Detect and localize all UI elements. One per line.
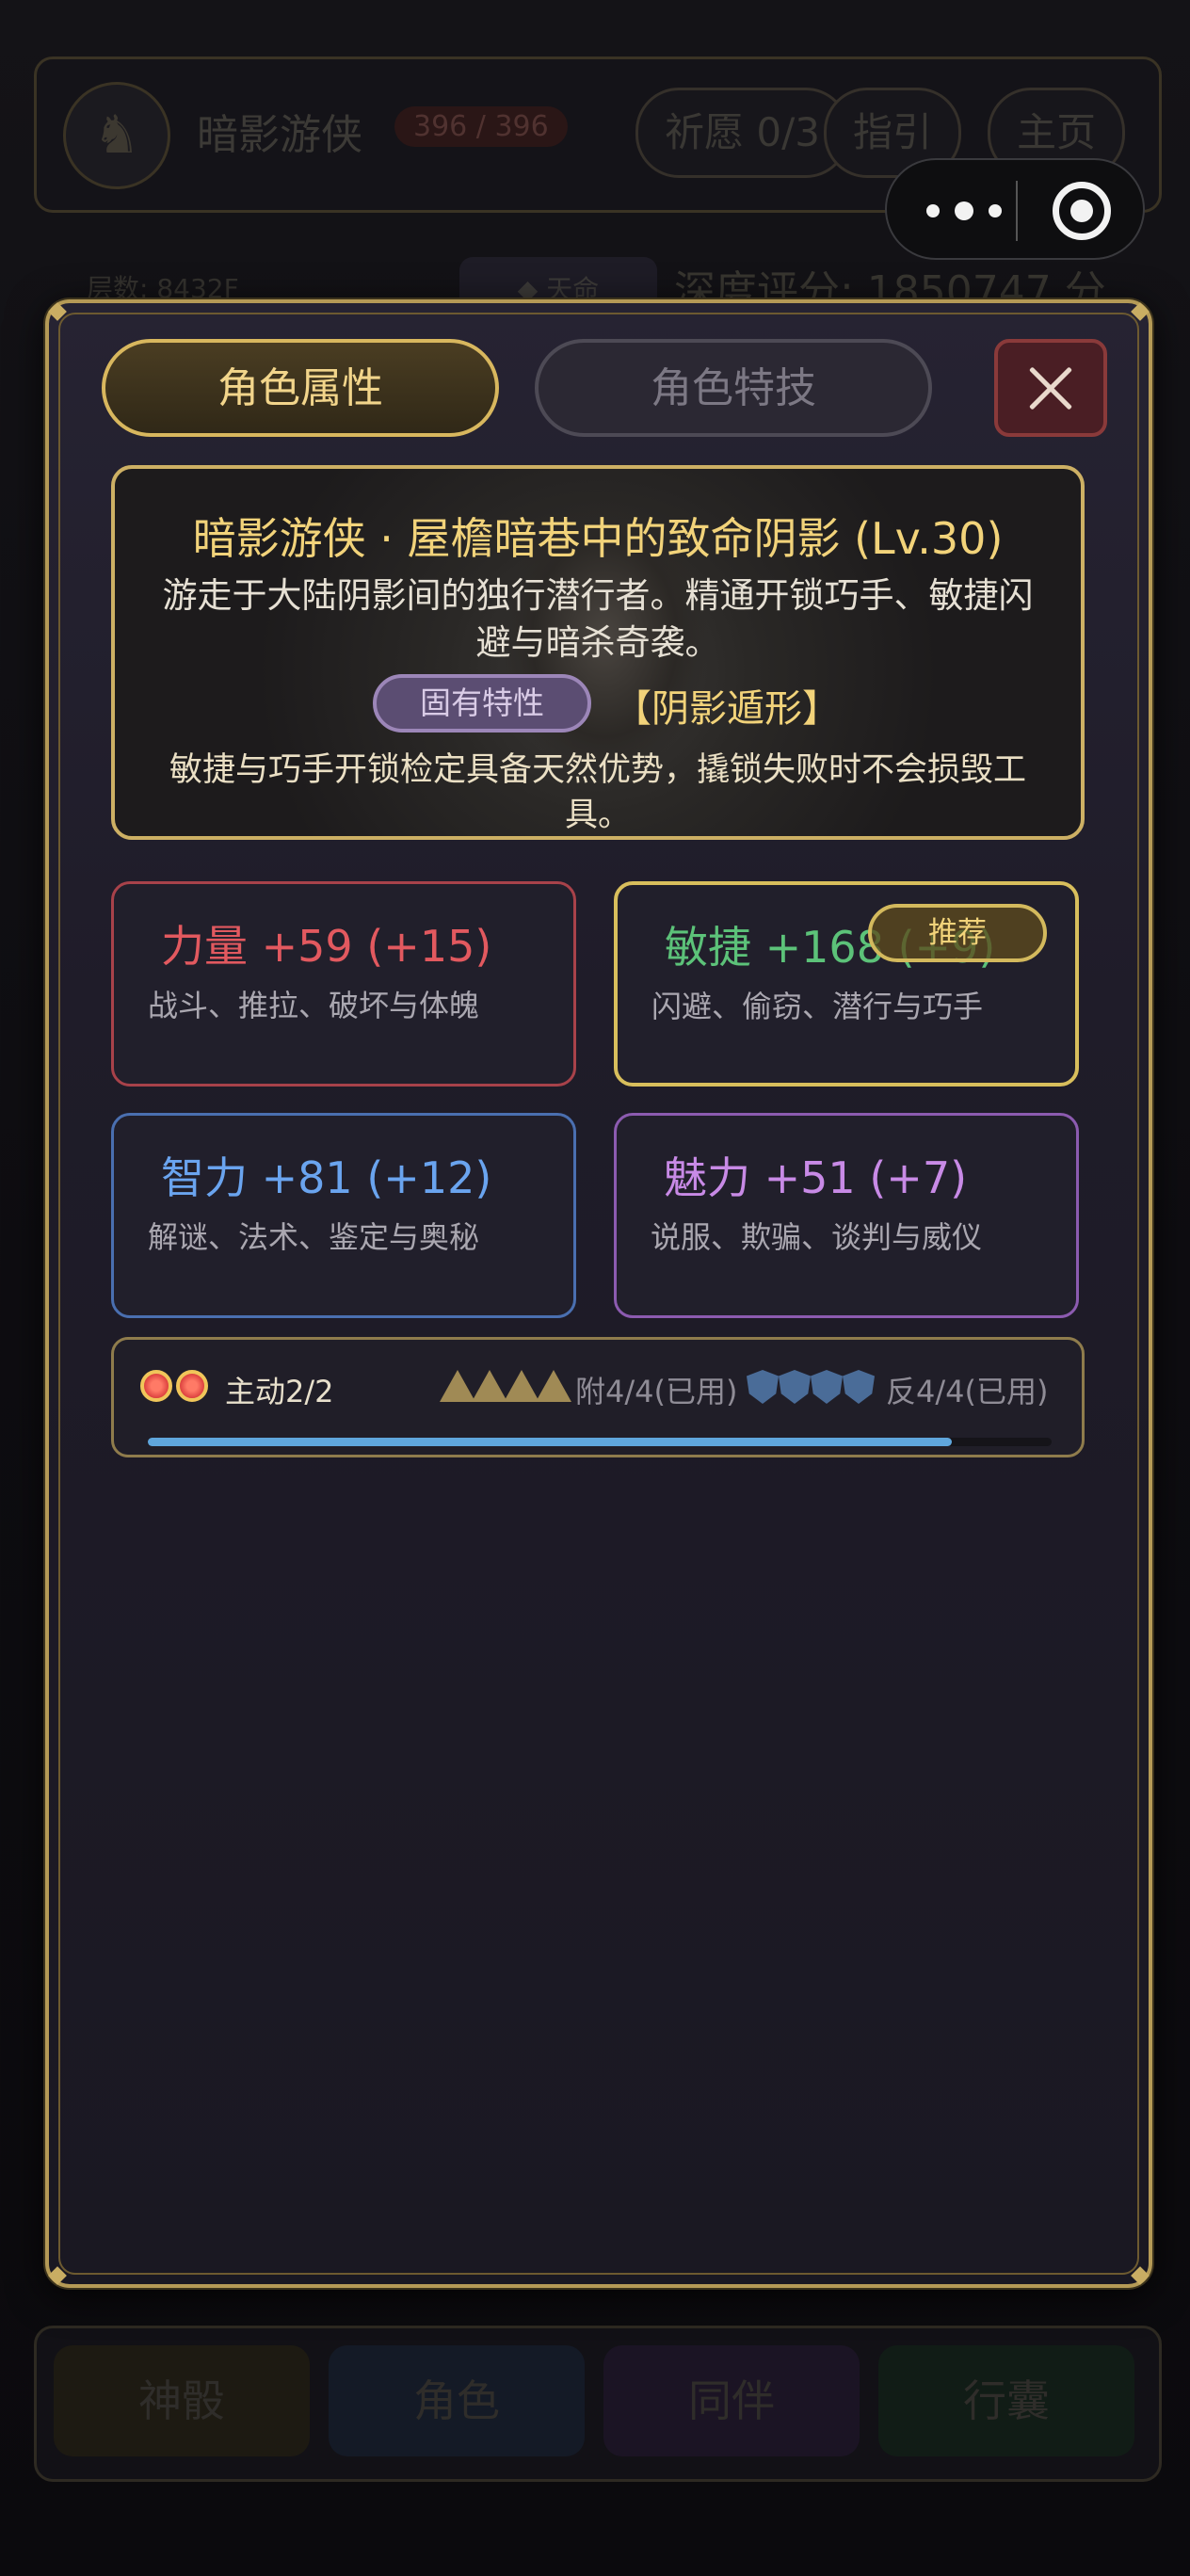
stat-card-intelligence[interactable]: 智力 +81 (+12) 解谜、法术、鉴定与奥秘: [111, 1113, 576, 1318]
bottom-nav: 神骰 角色 同伴 行囊: [34, 2326, 1162, 2482]
character-description: 游走于大陆阴影间的独行潜行者。精通开锁巧手、敏捷闪避与暗杀奇袭。: [162, 575, 1034, 663]
tab-skills[interactable]: 角色特技: [535, 339, 932, 437]
character-attributes-modal: 角色属性 角色特技 暗影游侠 · 屋檐暗巷中的致命阴影 (Lv.30) 游走于大…: [45, 299, 1152, 2288]
stat-desc-intelligence: 解谜、法术、鉴定与奥秘: [148, 1219, 480, 1255]
counter-shield-icon: [811, 1370, 843, 1404]
trait-description: 敏捷与巧手开锁检定具备天然优势，撬锁失败时不会损毁工具。: [169, 751, 1026, 834]
attach-label: 附4/4(已用): [575, 1374, 738, 1409]
tab-attributes[interactable]: 角色属性: [102, 339, 499, 437]
nav-character[interactable]: 角色: [329, 2345, 585, 2456]
stat-desc-charisma: 说服、欺骗、谈判与威仪: [651, 1219, 983, 1255]
character-hero-card: 暗影游侠 · 屋檐暗巷中的致命阴影 (Lv.30) 游走于大陆阴影间的独行潜行者…: [111, 465, 1085, 840]
character-title: 暗影游侠: [197, 111, 362, 159]
stat-card-charisma[interactable]: 魅力 +51 (+7) 说服、欺骗、谈判与威仪: [614, 1113, 1079, 1318]
more-dots-icon[interactable]: [926, 194, 1002, 228]
innate-trait-badge: 固有特性: [373, 674, 591, 733]
active-charge-icon: [140, 1370, 172, 1402]
attach-triangle-icon: [440, 1370, 475, 1402]
stat-desc-strength: 战斗、推拉、破坏与体魄: [148, 988, 480, 1023]
counter-shield-icon: [747, 1370, 779, 1404]
stat-title-intelligence: 智力 +81 (+12): [161, 1152, 492, 1203]
stat-title-charisma: 魅力 +51 (+7): [664, 1152, 968, 1203]
counter-shield-icon: [843, 1370, 875, 1404]
progress-bar: [148, 1438, 1052, 1446]
counter-label: 反4/4(已用): [886, 1374, 1049, 1409]
stat-desc-agility: 闪避、偷窃、潜行与巧手: [651, 989, 984, 1024]
nav-dice[interactable]: 神骰: [54, 2345, 310, 2456]
hp-badge: 396 / 396: [394, 106, 568, 147]
progress-fill: [148, 1438, 953, 1446]
avatar[interactable]: ♞: [63, 82, 170, 189]
counter-shield-icon: [779, 1370, 811, 1404]
pray-button[interactable]: 祈愿 0/3: [635, 88, 849, 178]
recommended-badge: 推荐: [868, 904, 1047, 962]
capsule-divider: [1016, 181, 1018, 241]
nav-bag[interactable]: 行囊: [878, 2345, 1134, 2456]
miniprogram-capsule: [885, 158, 1145, 260]
nav-companion[interactable]: 同伴: [603, 2345, 860, 2456]
active-label: 主动2/2: [225, 1374, 334, 1409]
action-status-panel: 主动2/2 附4/4(已用) 反4/4(已用): [111, 1337, 1085, 1457]
trait-name: 【阴影遁形】: [614, 687, 840, 731]
close-button[interactable]: [994, 339, 1107, 437]
stat-title-strength: 力量 +59 (+15): [161, 921, 492, 972]
attach-triangle-icon: [504, 1370, 539, 1402]
active-charge-icon: [176, 1370, 208, 1402]
character-class-title: 暗影游侠 · 屋檐暗巷中的致命阴影 (Lv.30): [192, 513, 1004, 564]
record-target-icon[interactable]: [1053, 182, 1111, 240]
attach-triangle-icon: [472, 1370, 507, 1402]
attach-triangle-icon: [536, 1370, 571, 1402]
stat-card-agility[interactable]: 敏捷 +168 (+9) 闪避、偷窃、潜行与巧手 推荐: [614, 881, 1079, 1087]
stat-card-strength[interactable]: 力量 +59 (+15) 战斗、推拉、破坏与体魄: [111, 881, 576, 1087]
